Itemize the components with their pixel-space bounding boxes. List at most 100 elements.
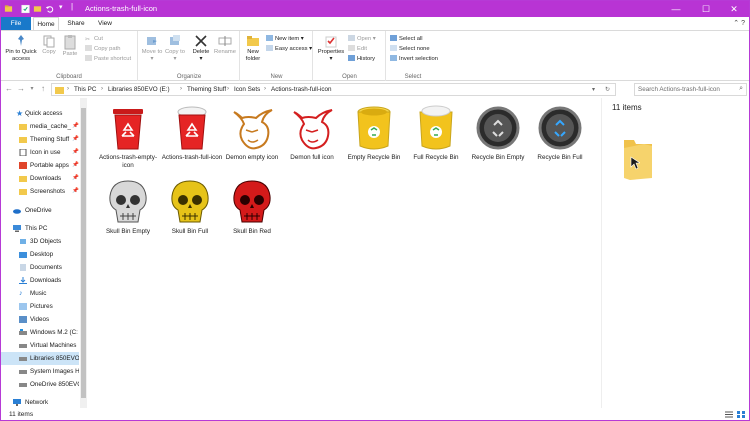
customize-quick-access-icon[interactable]: ▾ xyxy=(59,3,67,13)
new-item-button[interactable]: New item ▾ xyxy=(266,35,304,43)
delete-button[interactable]: Delete ▾ xyxy=(190,34,212,62)
recent-locations-icon[interactable]: ▾ xyxy=(27,84,37,94)
invert-selection-button[interactable]: Invert selection xyxy=(390,55,438,63)
file-name: Full Recycle Bin xyxy=(413,154,459,161)
details-view-icon[interactable] xyxy=(725,411,733,418)
nav-this-pc[interactable]: This PC xyxy=(1,222,79,235)
nav-pc-item-libraries-850evo[interactable]: Libraries 850EVO xyxy=(1,352,79,365)
file-item[interactable]: Demon full icon xyxy=(281,104,343,162)
nav-item-label: Videos xyxy=(30,316,50,323)
file-item[interactable]: Skull Bin Full xyxy=(159,178,221,236)
nav-item-media-cache[interactable]: media_cache_ 📌 xyxy=(1,120,79,133)
copy-path-button[interactable]: Copy path xyxy=(85,45,120,53)
file-item[interactable]: Recycle Bin Empty xyxy=(467,104,529,162)
minimize-button[interactable]: — xyxy=(661,1,691,17)
paste-button[interactable]: Paste xyxy=(61,34,79,58)
rename-button[interactable]: Rename xyxy=(213,34,237,56)
copy-to-button[interactable]: Copy to ▾ xyxy=(164,34,186,62)
move-to-icon xyxy=(147,37,157,45)
address-bar[interactable]: › This PC › Libraries 850EVO (E:) › Them… xyxy=(51,83,616,96)
nav-item-portable-apps[interactable]: Portable apps 📌 xyxy=(1,159,79,172)
copy-to-icon xyxy=(170,35,180,45)
breadcrumb-libraries[interactable]: Libraries 850EVO (E:) xyxy=(108,86,170,93)
nav-network[interactable]: Network xyxy=(1,396,79,408)
file-item[interactable]: Full Recycle Bin xyxy=(405,104,467,162)
history-button[interactable]: History xyxy=(348,55,375,63)
nav-pc-item-system-images[interactable]: System Images H xyxy=(1,365,79,378)
new-folder-quick-icon[interactable] xyxy=(33,4,42,14)
easy-access-button[interactable]: Easy access ▾ xyxy=(266,45,312,53)
select-all-button[interactable]: Select all xyxy=(390,35,423,43)
nav-pc-item-3d-objects[interactable]: 3D Objects xyxy=(1,235,79,248)
help-icon[interactable]: ⌃ ? xyxy=(733,19,745,27)
breadcrumb-icon-sets[interactable]: Icon Sets xyxy=(234,86,260,93)
new-folder-icon xyxy=(246,36,259,46)
file-item[interactable]: Actions-trash-empty-icon xyxy=(97,104,159,170)
nav-pc-item-virtual-machines[interactable]: Virtual Machines xyxy=(1,339,79,352)
nav-item-label: Screenshots xyxy=(30,188,66,195)
undo-quick-icon[interactable] xyxy=(45,4,54,14)
nav-scrollbar-thumb[interactable] xyxy=(81,108,86,398)
nav-pc-item-documents[interactable]: Documents xyxy=(1,261,79,274)
nav-scrollbar[interactable] xyxy=(80,98,87,408)
tab-home[interactable]: Home xyxy=(33,17,59,30)
nav-pc-item-windows-drive[interactable]: Windows M.2 (C: xyxy=(1,326,79,339)
window-title: Actions-trash-full-icon xyxy=(85,4,158,13)
organize-group: Move to ▾ Copy to ▾ Delete ▾ Rename Organiz… xyxy=(139,31,240,81)
file-item[interactable]: Actions-trash-full-icon xyxy=(161,104,223,162)
file-item[interactable]: Demon empty icon xyxy=(221,104,283,162)
up-arrow-icon[interactable]: ↑ xyxy=(38,84,48,94)
select-none-button[interactable]: Select none xyxy=(390,45,430,53)
file-item[interactable]: Skull Bin Red xyxy=(221,178,283,236)
tab-share[interactable]: Share xyxy=(63,17,89,30)
forward-arrow-icon[interactable]: → xyxy=(16,84,26,94)
paste-shortcut-button[interactable]: Paste shortcut xyxy=(85,55,131,63)
pin-to-quick-access-button[interactable]: Pin to Quick access xyxy=(4,34,38,62)
new-folder-button[interactable]: New folder xyxy=(242,34,264,62)
tab-view[interactable]: View xyxy=(93,17,117,30)
nav-item-icon-in-use[interactable]: Icon in use 📌 xyxy=(1,146,79,159)
nav-pc-item-downloads[interactable]: Downloads xyxy=(1,274,79,287)
copy-button[interactable]: Copy xyxy=(40,34,58,56)
maximize-button[interactable]: ☐ xyxy=(691,1,721,17)
properties-caret: ▾ xyxy=(329,55,333,62)
large-icons-view-icon[interactable] xyxy=(737,411,745,418)
address-dropdown-icon[interactable]: ▾ xyxy=(592,86,595,93)
back-arrow-icon[interactable]: ← xyxy=(4,84,14,94)
nav-pc-item-desktop[interactable]: Desktop xyxy=(1,248,79,261)
nav-item-theming-stuff[interactable]: Theming Stuff 📌 xyxy=(1,133,79,146)
open-button[interactable]: Open ▾ xyxy=(348,35,376,43)
breadcrumb-theming-stuff[interactable]: Theming Stuff xyxy=(187,86,226,93)
move-to-button[interactable]: Move to ▾ xyxy=(141,34,163,62)
nav-item-label: Theming Stuff xyxy=(30,136,70,143)
nav-pc-item-videos[interactable]: Videos xyxy=(1,313,79,326)
cut-button[interactable]: ✂ Cut xyxy=(85,35,103,43)
nav-item-downloads[interactable]: Downloads 📌 xyxy=(1,172,79,185)
file-item[interactable]: Recycle Bin Full xyxy=(529,104,591,162)
properties-quick-icon[interactable] xyxy=(21,4,30,14)
nav-pc-item-onedrive-850evo[interactable]: OneDrive 850EVC xyxy=(1,378,79,391)
file-item[interactable]: Skull Bin Empty xyxy=(97,178,159,236)
file-name: Skull Bin Red xyxy=(233,228,271,235)
nav-pc-item-pictures[interactable]: Pictures xyxy=(1,300,79,313)
refresh-icon[interactable]: ↻ xyxy=(605,86,610,93)
pin-icon xyxy=(18,35,24,46)
new-group: New folder New item ▾ Easy access ▾ New xyxy=(241,31,313,81)
clipboard-group: Pin to Quick access Copy Paste ✂ Cut Copy… xyxy=(1,31,138,81)
file-item[interactable]: Empty Recycle Bin xyxy=(343,104,405,162)
apps-icon xyxy=(19,162,27,169)
breadcrumb-this-pc[interactable]: This PC xyxy=(74,86,96,93)
nav-quick-access[interactable]: ★ Quick access xyxy=(1,107,79,120)
paste-icon xyxy=(64,35,76,50)
properties-button[interactable]: Properties ▾ xyxy=(316,34,346,62)
nav-item-screenshots[interactable]: Screenshots 📌 xyxy=(1,185,79,198)
tab-file[interactable]: File xyxy=(1,17,31,30)
search-box[interactable]: Search Actions-trash-full-icon ⌕ xyxy=(634,83,747,96)
edit-button[interactable]: Edit xyxy=(348,45,367,53)
breadcrumb-separator: › xyxy=(264,86,266,92)
nav-onedrive[interactable]: OneDrive xyxy=(1,204,79,217)
nav-pc-item-music[interactable]: ♪ Music xyxy=(1,287,79,300)
close-button[interactable]: ✕ xyxy=(719,1,749,17)
download-icon xyxy=(19,277,27,284)
breadcrumb-current-folder[interactable]: Actions-trash-full-icon xyxy=(271,86,332,93)
